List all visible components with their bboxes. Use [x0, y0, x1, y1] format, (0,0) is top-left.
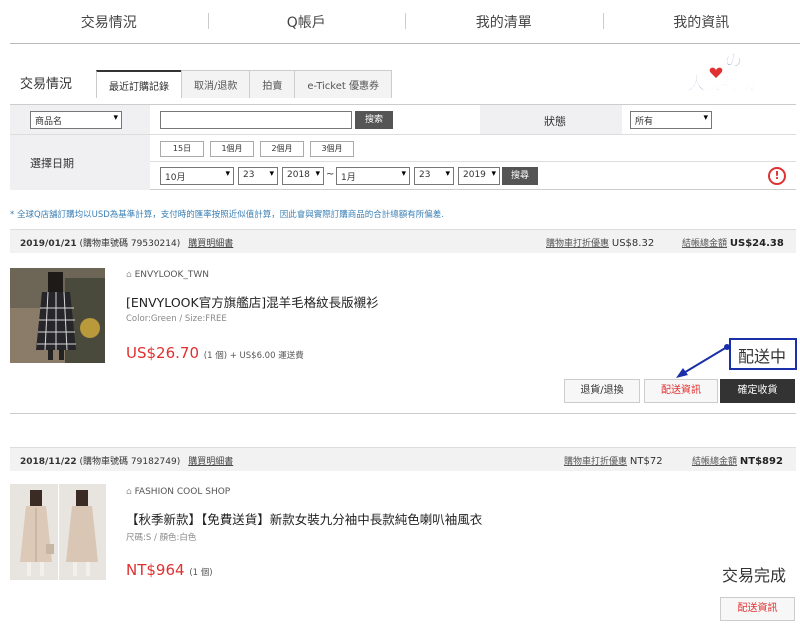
range-3-months[interactable]: 3個月	[310, 141, 354, 157]
to-day-select[interactable]: 23	[414, 167, 454, 185]
product-thumbnail[interactable]	[10, 484, 106, 580]
order-status: 交易完成	[722, 566, 787, 585]
tab-recent-orders[interactable]: 最近訂購記錄	[96, 70, 182, 98]
total-label: 結帳總金額	[682, 239, 728, 249]
from-year-select[interactable]: 2018	[282, 167, 324, 185]
to-year-select[interactable]: 2019	[458, 167, 500, 185]
product-price: US$26.70 (1 個) + US$6.00 運送費	[126, 344, 304, 362]
confirm-receipt-button[interactable]: 確定收貨	[720, 379, 795, 403]
product-option: 尺碼:S / 顏色:白色	[126, 533, 197, 543]
product-name[interactable]: [ENVYLOOK官方旗艦店]混羊毛格紋長版襯衫	[126, 292, 379, 311]
date-search-button[interactable]: 搜尋	[502, 167, 538, 185]
order-date: 2018/11/22	[20, 457, 77, 467]
total-value: US$24.38	[729, 238, 784, 249]
shop-icon: ⌂	[126, 270, 135, 280]
nav-transactions[interactable]: 交易情況	[10, 0, 208, 43]
range-15-days[interactable]: 15日	[160, 141, 204, 157]
tab-eticket-coupon[interactable]: e-Ticket 優惠券	[294, 70, 392, 98]
shop-name[interactable]: ⌂ ENVYLOOK_TWN	[126, 270, 209, 280]
date-label: 選擇日期	[30, 157, 74, 170]
tab-bar: 最近訂購記錄 取消/退款 拍賣 e-Ticket 優惠券	[96, 70, 392, 98]
from-day-select[interactable]: 23	[238, 167, 278, 185]
filter-panel: 商品名 搜索 狀態 所有 選擇日期 15日 1個月 2個月 3個月 10月 23…	[10, 104, 796, 190]
order-header: 2018/11/22 (購物車號碼 79182749) 購買明細書 購物車打折優惠…	[10, 447, 796, 471]
svg-text:大玩特玩: 大玩特玩	[688, 73, 756, 94]
search-button[interactable]: 搜索	[355, 111, 393, 129]
cart-discount-label: 購物車打折優惠	[564, 457, 628, 467]
order-date: 2019/01/21	[20, 239, 77, 249]
total-label: 結帳總金額	[692, 457, 738, 467]
shop-name[interactable]: ⌂ FASHION COOL SHOP	[126, 487, 230, 497]
date-tilde: ~	[326, 169, 335, 180]
shop-icon: ⌂	[126, 487, 135, 497]
purchase-detail-link[interactable]: 購買明細書	[188, 457, 233, 467]
product-name[interactable]: 【秋季新款】【免費送貨】新款女裝九分袖中長款純色喇叭袖風衣	[126, 509, 482, 528]
nav-my-list[interactable]: 我的清單	[405, 0, 603, 43]
tab-cancel-refund[interactable]: 取消/退款	[181, 70, 251, 98]
cart-discount-value: US$8.32	[611, 238, 655, 249]
from-month-select[interactable]: 10月	[160, 167, 234, 185]
section-title: 交易情況	[20, 77, 73, 92]
field-select[interactable]: 商品名	[30, 111, 122, 129]
cart-number: (購物車號碼 79530214)	[79, 239, 181, 249]
alert-icon[interactable]: !	[768, 167, 786, 185]
return-exchange-button[interactable]: 退貨/退換	[564, 379, 640, 403]
status-select[interactable]: 所有	[630, 111, 712, 129]
delivery-info-button[interactable]: 配送資訊	[720, 597, 795, 621]
order-status: 配送中	[738, 347, 787, 366]
status-label: 狀態	[544, 115, 566, 128]
cart-number: (購物車號碼 79182749)	[79, 457, 181, 467]
range-1-month[interactable]: 1個月	[210, 141, 254, 157]
product-thumbnail[interactable]	[10, 268, 105, 363]
product-price: NT$964 (1 個)	[126, 561, 213, 579]
annotation-arrow-icon	[676, 344, 730, 378]
filter-row-search: 商品名 搜索 狀態 所有	[10, 105, 796, 135]
range-2-months[interactable]: 2個月	[260, 141, 304, 157]
product-option: Color:Green / Size:FREE	[126, 314, 227, 324]
delivery-info-button[interactable]: 配送資訊	[644, 379, 718, 403]
cart-discount-label: 購物車打折優惠	[546, 239, 610, 249]
cart-discount-value: NT$72	[629, 456, 663, 467]
order-divider	[10, 413, 796, 414]
currency-note: * 全球Q店舖訂購均以USD為基準計算，支付時的匯率按照近似值計算，因此會與實際…	[10, 210, 445, 220]
blog-watermark-logo: 婷婷醬の 大玩特玩	[668, 44, 798, 96]
search-input[interactable]	[160, 111, 352, 129]
order-header: 2019/01/21 (購物車號碼 79530214) 購買明細書 購物車打折優惠…	[10, 229, 796, 253]
nav-my-info[interactable]: 我的資訊	[602, 0, 800, 43]
purchase-detail-link[interactable]: 購買明細書	[188, 239, 233, 249]
tab-auction[interactable]: 拍賣	[249, 70, 296, 98]
nav-q-account[interactable]: Q帳戶	[207, 0, 406, 43]
top-nav: 交易情況 Q帳戶 我的清單 我的資訊	[10, 0, 800, 44]
total-value: NT$892	[739, 456, 783, 467]
to-month-select[interactable]: 1月	[336, 167, 410, 185]
svg-text:婷婷醬の: 婷婷醬の	[674, 50, 742, 71]
